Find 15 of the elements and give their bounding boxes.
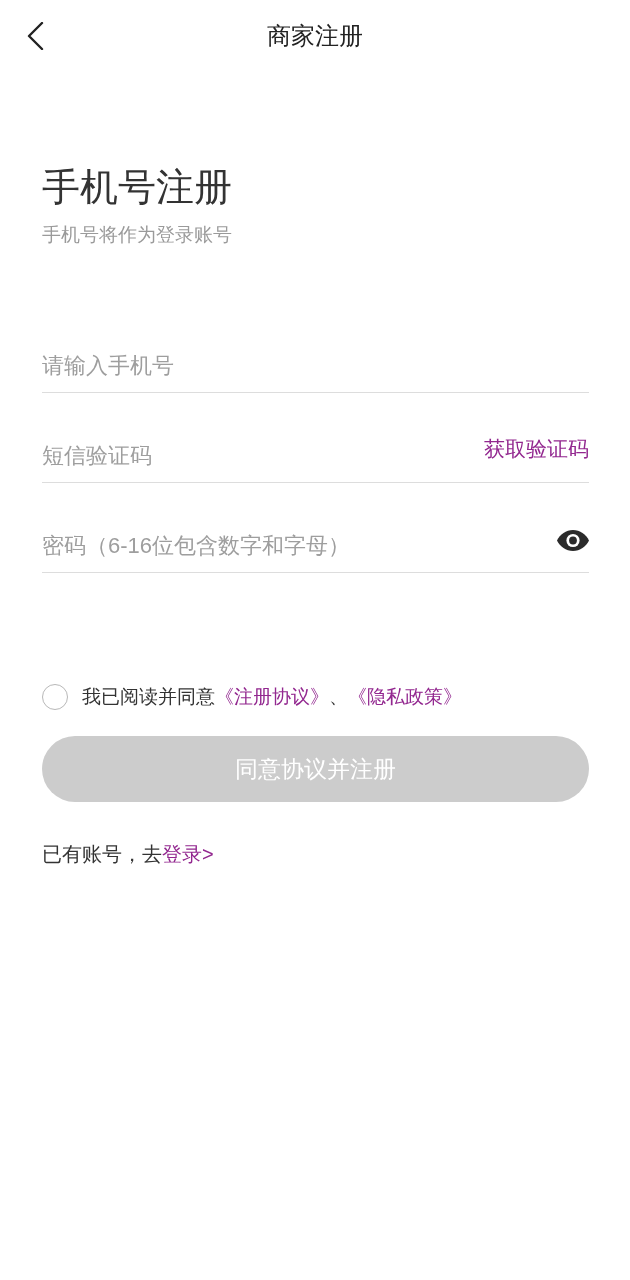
input-field[interactable]: 短信验证码 xyxy=(42,440,472,471)
agreement-text: 我已阅读并同意《注册协议》、《隐私政策》 xyxy=(82,685,462,709)
page-title: 商家注册 xyxy=(267,21,363,51)
back-icon[interactable] xyxy=(26,22,44,50)
login-link[interactable]: 登录> xyxy=(162,843,214,865)
input-field[interactable]: 请输入手机号 xyxy=(42,350,589,381)
agreement-link[interactable]: 《注册协议》 xyxy=(215,686,329,707)
subtitle: 手机号将作为登录账号 xyxy=(42,223,232,247)
get-code-button[interactable]: 获取验证码 xyxy=(484,434,589,463)
input-field[interactable]: 密码（6-16位包含数字和字母） xyxy=(42,530,545,561)
agreement-link[interactable]: 《隐私政策》 xyxy=(348,686,462,707)
login-prompt: 已有账号，去登录> xyxy=(42,842,214,867)
eye-icon[interactable] xyxy=(557,530,589,551)
agreement-checkbox[interactable] xyxy=(42,684,68,710)
heading: 手机号注册 xyxy=(42,165,232,210)
